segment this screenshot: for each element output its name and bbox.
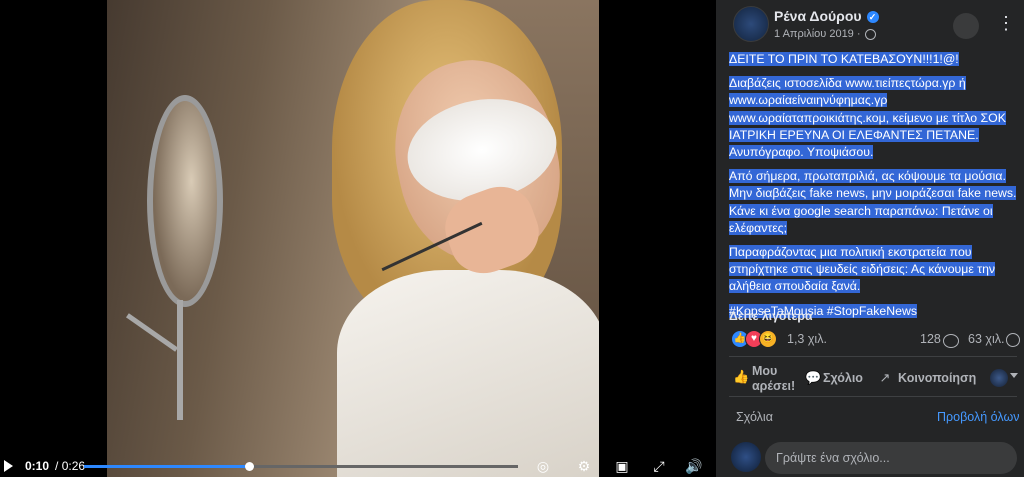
divider (729, 396, 1017, 397)
see-less-link[interactable]: Δείτε λιγότερα (729, 309, 813, 323)
current-time: 0:10 (25, 459, 50, 473)
comment-bubble-icon (943, 334, 959, 348)
shares-count[interactable]: 63 χιλ. (968, 332, 1004, 346)
post-date-text[interactable]: 1 Απριλίου 2019 · (774, 28, 861, 40)
person-shirt (337, 270, 599, 477)
share-icon[interactable]: ↗ (878, 371, 892, 385)
mirror-arm-lower (125, 313, 179, 352)
comment-icon[interactable]: 💬 (805, 371, 821, 385)
post-date[interactable]: 1 Απριλίου 2019 · (774, 28, 876, 40)
reactions-icons[interactable]: 👍 ♥ 😆 (731, 330, 777, 348)
video-frame[interactable] (107, 0, 599, 477)
post-paragraph: Από σήμερα, πρωταπριλιά, ας κόψουμε τα μ… (729, 168, 1017, 237)
more-options-icon[interactable]: ⋮ (996, 13, 1016, 39)
comments-count[interactable]: 128 (920, 332, 941, 346)
duration: / 0:26 (55, 459, 86, 473)
like-icon[interactable]: 👍 (733, 370, 749, 384)
mirror-arm (177, 300, 183, 420)
progress-knob[interactable] (244, 462, 254, 471)
haha-reaction-icon: 😆 (759, 330, 777, 348)
divider (729, 356, 1017, 357)
author-avatar[interactable] (733, 6, 769, 42)
video-player[interactable]: 0:10 / 0:26 ◎ ⚙ ▣ ⤢ 🔊 (0, 0, 716, 477)
like-button[interactable]: Μου αρέσει! (752, 364, 800, 394)
fullscreen-icon[interactable]: ⤢ (651, 458, 667, 474)
share-count-icon (1006, 333, 1020, 347)
save-button[interactable] (953, 13, 979, 39)
post-paragraph-text: ΔΕΙΤΕ ΤΟ ΠΡΙΝ ΤΟ ΚΑΤΕΒΑΣΟΥΝ!!!1!@! (729, 52, 959, 66)
chevron-down-icon[interactable] (1010, 373, 1018, 378)
audience-avatar[interactable] (990, 369, 1008, 387)
globe-icon (864, 28, 876, 40)
progress-fill (84, 465, 249, 468)
comment-button[interactable]: Σχόλιο (823, 371, 863, 385)
play-icon[interactable] (4, 460, 13, 472)
mirror-image (147, 95, 223, 307)
post-paragraph: ΔΕΙΤΕ ΤΟ ΠΡΙΝ ΤΟ ΚΑΤΕΒΑΣΟΥΝ!!!1!@! (729, 51, 1017, 68)
post-paragraph: Παραφράζοντας μια πολιτική εκστρατεία πο… (729, 244, 1017, 296)
post-paragraph-text: Παραφράζοντας μια πολιτική εκστρατεία πο… (729, 245, 996, 294)
post-paragraph-text: Διαβάζεις ιστοσελίδα www.τιείπεςτώρα.γρ … (729, 76, 1006, 160)
settings-icon[interactable]: ⚙ (576, 458, 592, 474)
video-controls: 0:10 / 0:26 ◎ ⚙ ▣ ⤢ 🔊 (0, 455, 716, 477)
reactions-count[interactable]: 1,3 χιλ. (787, 332, 827, 346)
post-paragraph: Διαβάζεις ιστοσελίδα www.τιείπεςτώρα.γρ … (729, 75, 1017, 161)
author-name-text[interactable]: Ρένα Δούρου (774, 8, 862, 24)
author-name[interactable]: Ρένα Δούρου ✓ (774, 8, 879, 24)
view-all-link[interactable]: Προβολή όλων (937, 410, 1019, 424)
comments-label: Σχόλια (736, 410, 773, 424)
post-text: ΔΕΙΤΕ ΤΟ ΠΡΙΝ ΤΟ ΚΑΤΕΒΑΣΟΥΝ!!!1!@! Διαβά… (729, 51, 1017, 327)
pip-icon[interactable]: ▣ (614, 458, 630, 474)
post-paragraph-text: Από σήμερα, πρωταπριλιά, ας κόψουμε τα μ… (729, 169, 1017, 235)
volume-icon[interactable]: 🔊 (685, 458, 702, 474)
share-button[interactable]: Κοινοποίηση (898, 371, 976, 385)
progress-bar[interactable] (84, 462, 518, 471)
verified-icon: ✓ (866, 11, 879, 24)
comment-input[interactable]: Γράψτε ένα σχόλιο... (765, 442, 1017, 474)
user-avatar (731, 442, 761, 472)
caption-icon[interactable]: ◎ (535, 458, 551, 474)
